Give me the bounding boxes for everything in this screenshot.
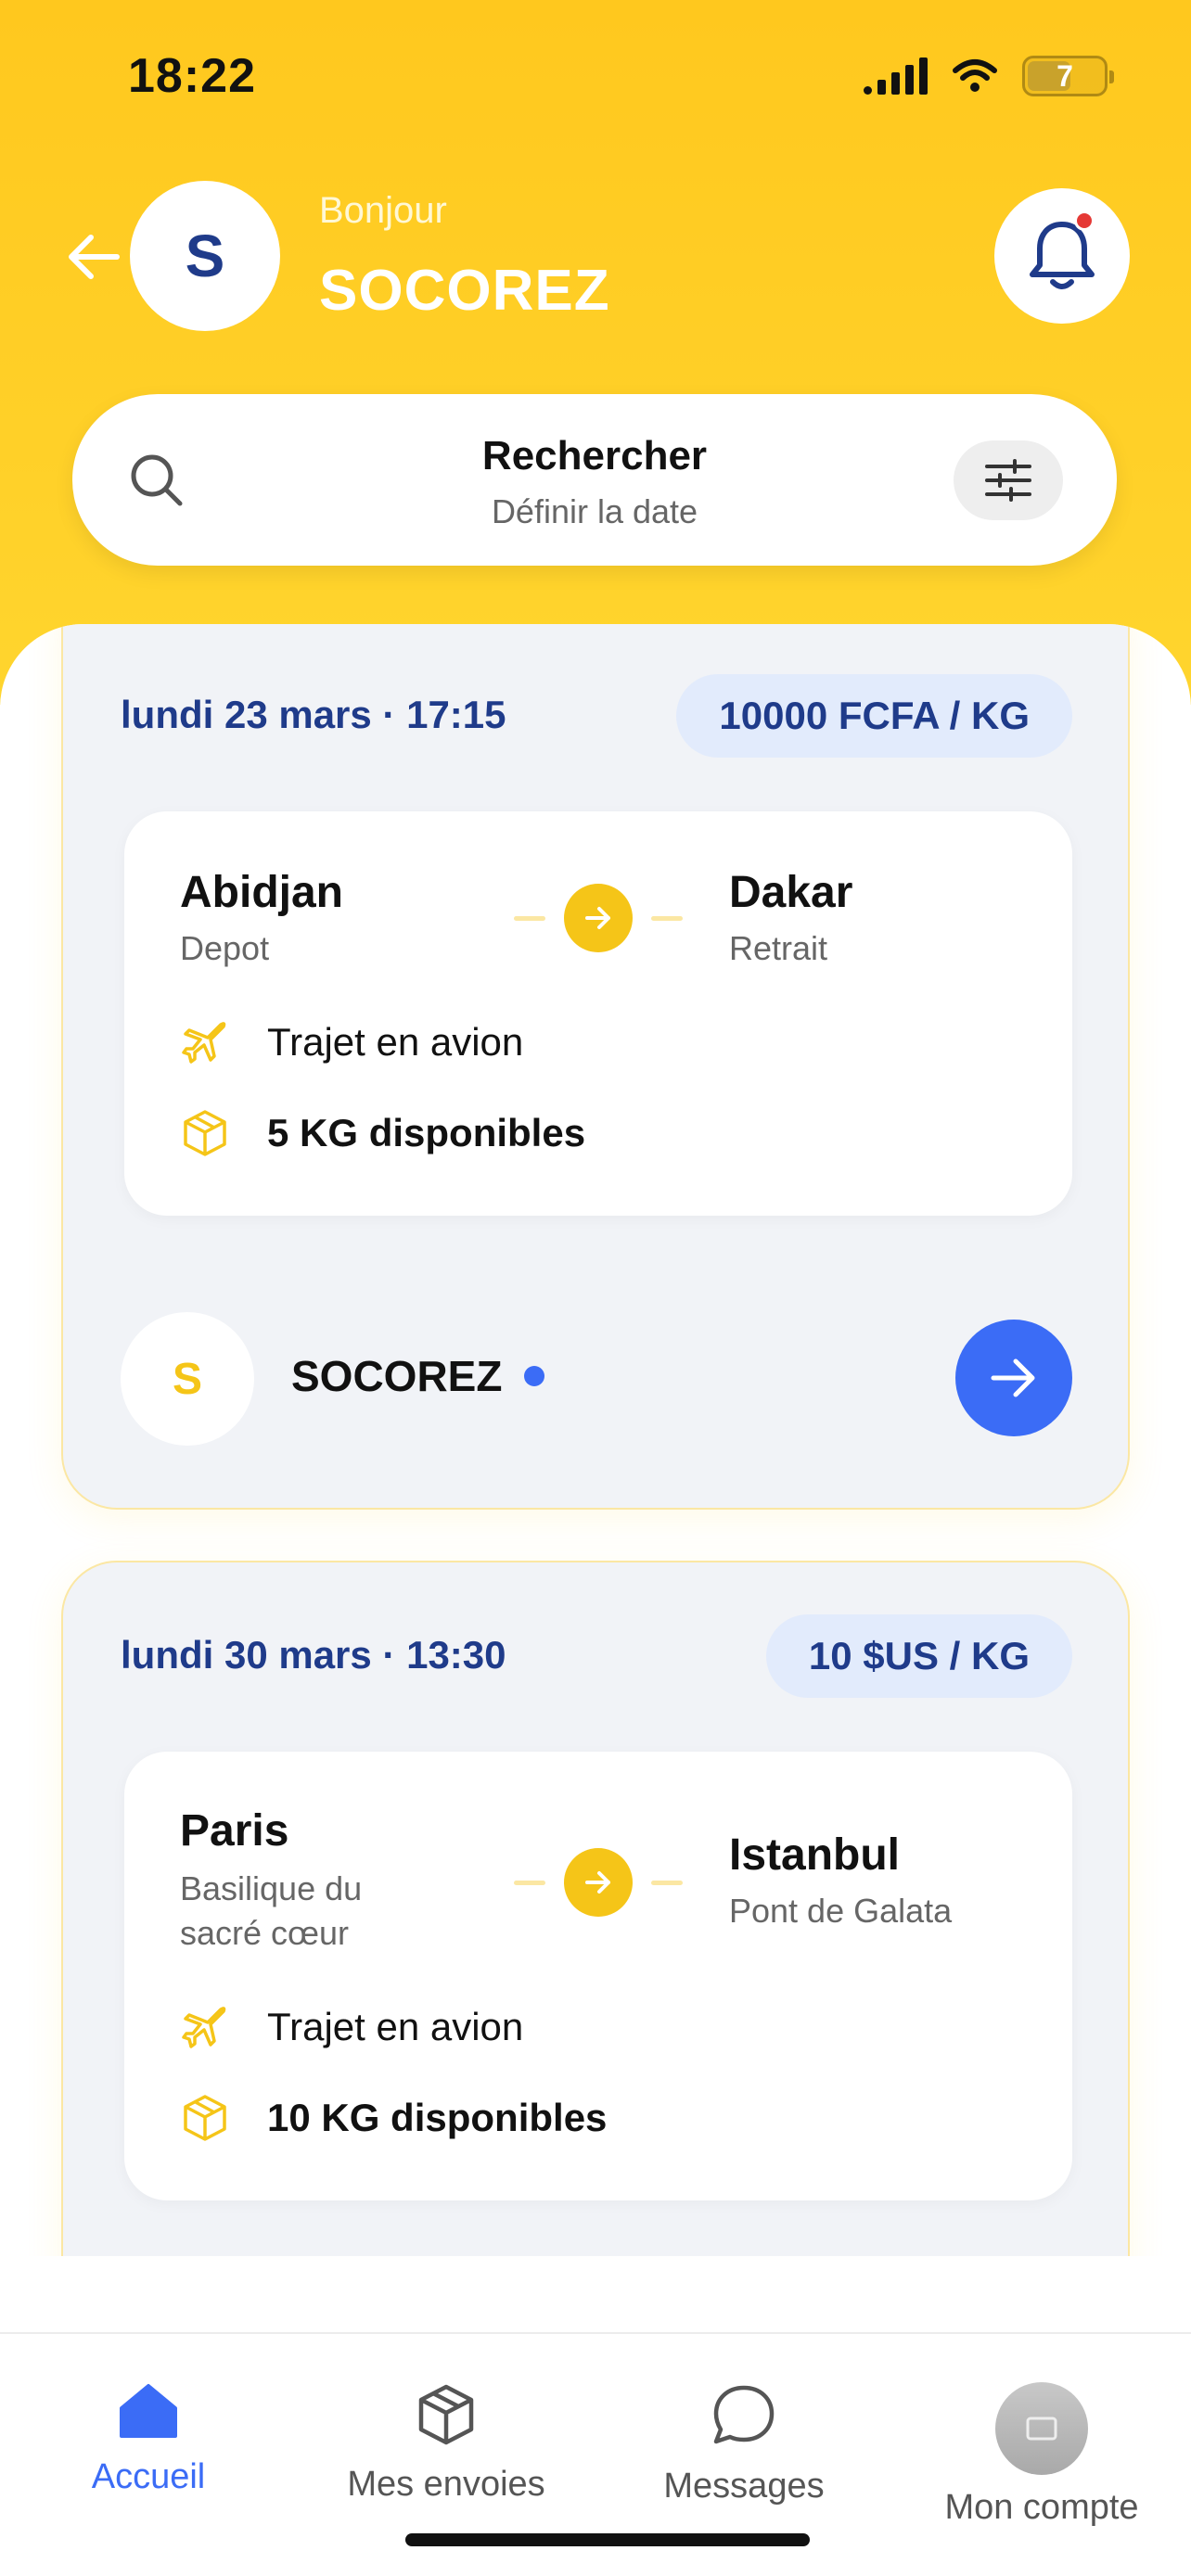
owner-name: SOCOREZ xyxy=(291,1352,503,1400)
route-box: Abidjan Depot Dakar Retrait Trajet en av… xyxy=(124,811,1072,1216)
trips-list[interactable]: lundi 23 mars · 17:15 10000 FCFA / KG Ab… xyxy=(0,624,1191,2256)
transport-mode: Trajet en avion xyxy=(267,2005,524,2048)
view-trip-button[interactable] xyxy=(955,1320,1072,1436)
departure-place: Depot xyxy=(180,929,270,967)
arrival-place: Pont de Galata xyxy=(729,1892,953,1930)
tab-label: Messages xyxy=(663,2467,825,2506)
status-icons: 7 xyxy=(864,56,1114,96)
home-icon xyxy=(120,2384,177,2438)
route-arrow xyxy=(514,884,683,952)
online-status-dot xyxy=(524,1366,545,1386)
departure-city: Abidjan xyxy=(180,868,343,917)
tab-accueil[interactable]: Accueil xyxy=(0,2382,297,2497)
arrow-right-icon xyxy=(991,1358,1035,1397)
available-capacity: 10 KG disponibles xyxy=(267,2096,608,2139)
username: SOCOREZ xyxy=(319,259,610,323)
trip-date: lundi 30 mars · 13:30 xyxy=(121,1633,506,1677)
user-avatar[interactable]: S xyxy=(130,181,280,331)
owner-initial: S xyxy=(172,1354,202,1404)
trip-card[interactable]: lundi 30 mars · 13:30 10 $US / KG Paris … xyxy=(61,1561,1130,2256)
notification-badge xyxy=(1074,210,1095,231)
sliders-icon xyxy=(985,459,1031,502)
filter-button[interactable] xyxy=(954,440,1063,520)
arrow-right-icon xyxy=(564,884,633,952)
transport-mode: Trajet en avion xyxy=(267,1020,524,1064)
package-icon xyxy=(418,2384,474,2445)
signal-icon xyxy=(864,57,928,95)
owner-avatar[interactable]: S xyxy=(121,1312,254,1446)
airplane-icon xyxy=(182,1022,226,1064)
package-icon xyxy=(184,2095,226,2141)
available-capacity: 5 KG disponibles xyxy=(267,1111,586,1154)
tab-mon-compte[interactable]: Mon compte xyxy=(893,2382,1190,2528)
arrival-place: Retrait xyxy=(729,929,828,967)
tab-mes-envoies[interactable]: Mes envoies xyxy=(298,2382,595,2505)
tab-label: Mes envoies xyxy=(347,2465,545,2504)
route-arrow xyxy=(514,1848,683,1917)
battery-icon: 7 xyxy=(1022,56,1114,96)
arrival-city: Dakar xyxy=(729,868,853,917)
chat-bubble-icon xyxy=(713,2385,775,2444)
tab-messages[interactable]: Messages xyxy=(596,2382,892,2506)
notifications-button[interactable] xyxy=(994,188,1130,324)
back-arrow-icon[interactable] xyxy=(61,224,126,289)
transport-mode-row: Trajet en avion xyxy=(180,1017,523,1067)
status-time: 18:22 xyxy=(128,49,256,103)
trip-card[interactable]: lundi 23 mars · 17:15 10000 FCFA / KG Ab… xyxy=(61,624,1130,1510)
arrow-right-icon xyxy=(564,1848,633,1917)
greeting-text: Bonjour xyxy=(319,190,447,231)
price-badge: 10000 FCFA / KG xyxy=(676,674,1072,758)
home-indicator xyxy=(405,2533,810,2546)
airplane-icon xyxy=(182,2007,226,2048)
price-badge: 10 $US / KG xyxy=(765,1614,1072,1698)
route-box: Paris Basilique du sacré cœur Istanbul P… xyxy=(124,1752,1072,2200)
header-background xyxy=(0,0,1191,705)
tab-label: Accueil xyxy=(91,2457,206,2496)
package-icon xyxy=(184,1110,226,1156)
arrival-city: Istanbul xyxy=(729,1830,901,1880)
trip-date: lundi 23 mars · 17:15 xyxy=(121,693,506,736)
capacity-row: 10 KG disponibles xyxy=(180,2093,607,2143)
capacity-row: 5 KG disponibles xyxy=(180,1108,585,1158)
account-avatar xyxy=(995,2382,1088,2475)
wifi-icon xyxy=(953,59,997,92)
transport-mode-row: Trajet en avion xyxy=(180,2002,523,2052)
avatar-initial: S xyxy=(185,223,225,289)
departure-place: Basilique du sacré cœur xyxy=(180,1869,363,1952)
tab-label: Mon compte xyxy=(944,2488,1139,2527)
departure-city: Paris xyxy=(180,1806,289,1855)
search-bar[interactable]: Rechercher Définir la date xyxy=(72,394,1117,566)
owner-name-row: SOCOREZ xyxy=(291,1351,545,1401)
